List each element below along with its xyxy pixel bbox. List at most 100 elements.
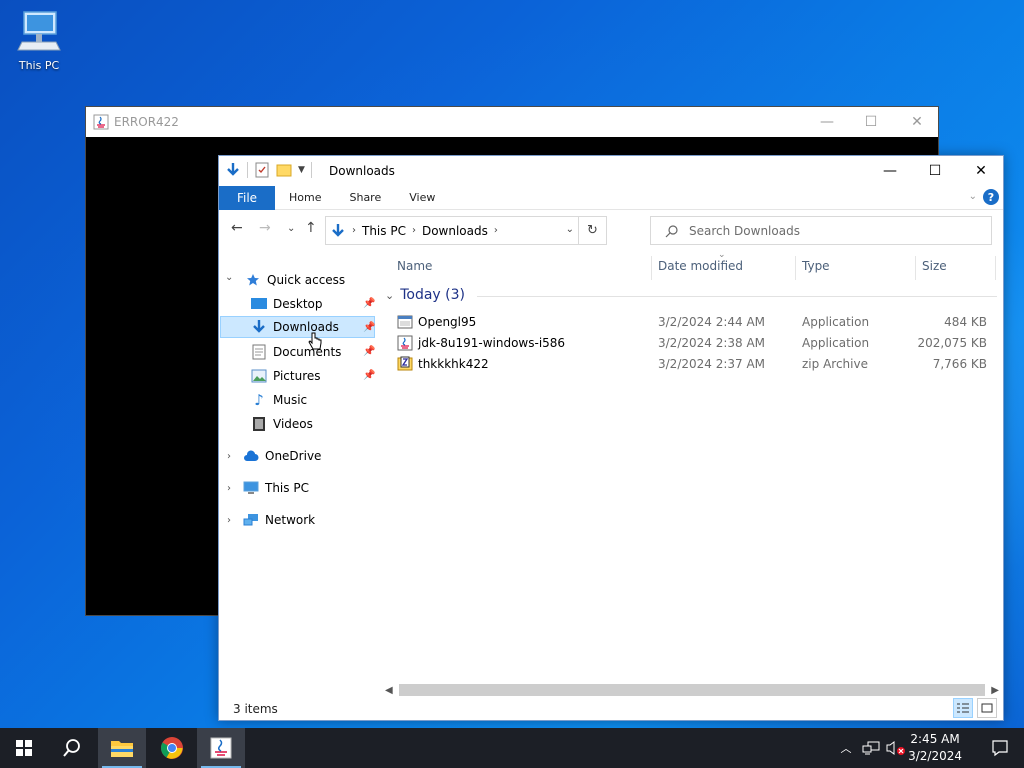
close-button[interactable]: ✕ — [958, 156, 1004, 186]
this-pc-icon — [17, 11, 61, 51]
group-header-today[interactable]: ⌄ Today (3) — [385, 287, 997, 303]
view-switcher — [953, 698, 997, 718]
recent-locations-icon[interactable]: ⌄ — [287, 223, 295, 234]
chevron-right-icon[interactable]: › — [412, 225, 416, 236]
pin-icon[interactable]: 📌 — [363, 346, 375, 357]
nav-this-pc[interactable]: This PC — [243, 477, 309, 499]
column-header-type[interactable]: Type — [802, 259, 830, 279]
scroll-left-icon[interactable]: ◀ — [385, 685, 393, 696]
pin-icon[interactable]: 📌 — [363, 370, 375, 381]
taskbar-java-app[interactable] — [197, 728, 245, 768]
file-type: Application — [802, 336, 870, 350]
nav-onedrive[interactable]: OneDrive — [243, 445, 321, 467]
search-box[interactable] — [650, 216, 992, 245]
collapse-arrow-icon[interactable]: ⌄ — [225, 272, 233, 283]
file-size: 202,075 KB — [917, 336, 987, 350]
action-center-button[interactable] — [976, 728, 1024, 768]
start-button[interactable] — [0, 728, 48, 768]
refresh-button[interactable]: ↻ — [578, 217, 606, 244]
file-name: jdk-8u191-windows-i586 — [418, 336, 566, 350]
column-header-size[interactable]: Size — [922, 259, 947, 279]
properties-icon[interactable] — [254, 162, 270, 178]
help-icon[interactable]: ? — [983, 189, 999, 205]
volume-muted-icon — [886, 741, 905, 755]
nav-item-videos[interactable]: Videos — [251, 413, 313, 435]
explorer-titlebar[interactable]: ▼ Downloads — ☐ ✕ — [219, 156, 1003, 186]
file-name: Opengl95 — [418, 315, 477, 329]
nav-network[interactable]: Network — [243, 509, 315, 531]
minimize-button[interactable]: — — [804, 107, 850, 137]
file-type: zip Archive — [802, 357, 868, 371]
minimize-button[interactable]: — — [867, 156, 913, 186]
chevron-down-icon[interactable]: ▼ — [298, 165, 305, 175]
tab-file[interactable]: File — [219, 185, 275, 210]
nav-item-pictures[interactable]: Pictures — [251, 365, 321, 387]
desktop-icon-this-pc[interactable]: This PC — [10, 8, 68, 72]
address-bar[interactable]: › This PC › Downloads › ⌄ ↻ — [325, 216, 607, 245]
pin-icon[interactable]: 📌 — [363, 322, 375, 333]
file-type: Application — [802, 315, 870, 329]
videos-icon — [251, 416, 267, 432]
notification-icon — [992, 740, 1008, 757]
taskbar-chrome[interactable] — [148, 728, 196, 768]
file-explorer-window[interactable]: ▼ Downloads — ☐ ✕ File Home Share View ⌄… — [218, 155, 1004, 721]
close-button[interactable]: ✕ — [894, 107, 940, 137]
tab-view[interactable]: View — [395, 191, 449, 204]
large-icons-view-button[interactable] — [977, 698, 997, 718]
scroll-right-icon[interactable]: ▶ — [991, 685, 999, 696]
details-view-button[interactable] — [953, 698, 973, 718]
search-icon — [665, 224, 678, 237]
chevron-right-icon[interactable]: › — [352, 225, 356, 236]
nav-item-documents[interactable]: Documents — [251, 341, 341, 363]
divider — [477, 296, 997, 297]
column-header-date[interactable]: Date modified — [658, 259, 743, 279]
maximize-button[interactable]: ☐ — [848, 107, 894, 137]
background-window-title: ERROR422 — [114, 115, 179, 129]
address-dropdown-icon[interactable]: ⌄ — [566, 224, 574, 235]
nav-item-downloads[interactable]: Downloads — [220, 316, 375, 338]
expand-arrow-icon[interactable]: › — [227, 483, 231, 494]
window-title: Downloads — [329, 164, 395, 178]
background-window-titlebar[interactable]: ERROR422 — ☐ ✕ — [86, 107, 938, 137]
show-hidden-icons-button[interactable]: ︿ — [836, 728, 856, 768]
maximize-button[interactable]: ☐ — [912, 156, 958, 186]
chevron-right-icon[interactable]: › — [494, 225, 498, 236]
nav-label: Videos — [273, 417, 313, 431]
search-icon — [63, 739, 80, 757]
tab-home[interactable]: Home — [275, 191, 335, 204]
scrollbar-thumb[interactable] — [399, 684, 985, 696]
new-folder-icon[interactable] — [276, 162, 292, 178]
breadcrumb-downloads[interactable]: Downloads — [422, 224, 488, 238]
clock[interactable]: 2:45 AM 3/2/2024 — [908, 731, 962, 765]
this-pc-icon — [243, 480, 259, 496]
expand-ribbon-icon[interactable]: ⌄ — [969, 191, 977, 202]
horizontal-scrollbar[interactable]: ◀ ▶ — [381, 682, 1003, 698]
pin-icon[interactable]: 📌 — [363, 298, 375, 309]
search-input[interactable] — [689, 223, 969, 238]
downloads-arrow-icon — [332, 223, 344, 237]
up-button[interactable]: ↑ — [305, 220, 317, 236]
network-tray-button[interactable] — [860, 728, 882, 768]
nav-label: Network — [265, 513, 316, 527]
volume-tray-button[interactable] — [884, 728, 908, 768]
file-row[interactable]: jdk-8u191-windows-i586 3/2/2024 2:38 AM … — [395, 333, 995, 354]
expand-arrow-icon[interactable]: › — [227, 515, 231, 526]
nav-label: Downloads — [273, 320, 339, 334]
nav-quick-access[interactable]: Quick access — [245, 269, 345, 291]
breadcrumb-this-pc[interactable]: This PC — [362, 224, 406, 238]
nav-label: Music — [273, 393, 308, 407]
taskbar-file-explorer[interactable] — [98, 728, 146, 768]
nav-item-music[interactable]: ♪ Music — [251, 389, 307, 411]
chevron-up-icon: ︿ — [840, 742, 852, 755]
search-button[interactable] — [48, 728, 96, 768]
forward-button[interactable]: → — [259, 220, 271, 236]
file-row[interactable]: Opengl95 3/2/2024 2:44 AM Application 48… — [395, 312, 995, 333]
file-row[interactable]: thkkkhk422 3/2/2024 2:37 AM zip Archive … — [395, 354, 995, 375]
java-icon — [210, 737, 232, 759]
expand-arrow-icon[interactable]: › — [227, 451, 231, 462]
status-item-count: 3 items — [233, 702, 278, 716]
nav-item-desktop[interactable]: Desktop — [251, 293, 323, 315]
column-header-name[interactable]: Name — [397, 259, 432, 279]
tab-share[interactable]: Share — [335, 191, 395, 204]
back-button[interactable]: ← — [231, 220, 243, 236]
